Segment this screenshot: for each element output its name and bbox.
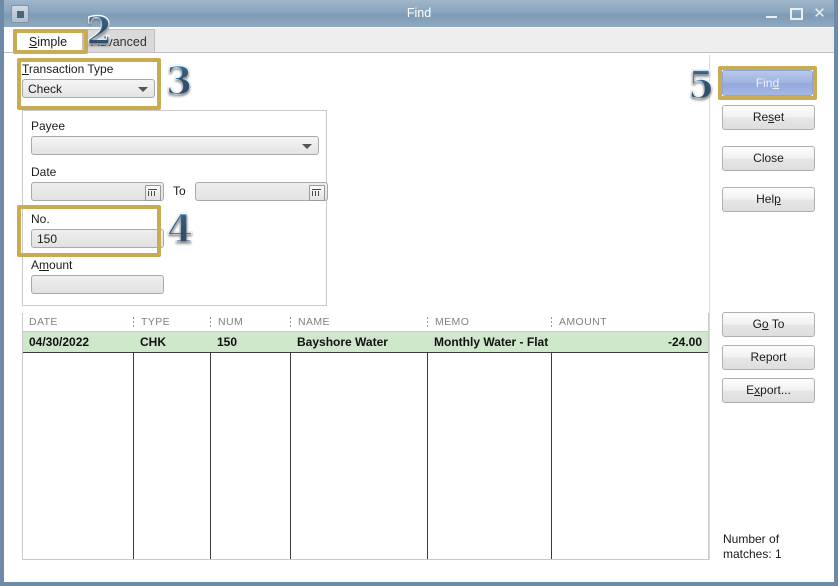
tab-simple-label: Simple — [28, 35, 68, 49]
no-group: No. 150 — [31, 212, 164, 248]
window-title: Find — [406, 6, 432, 20]
cell-memo: Monthly Water - Flat ... — [434, 335, 551, 349]
match-count: Number of matches: 1 — [723, 532, 823, 562]
panel-divider — [709, 55, 710, 560]
title-bar: Find ✕ — [4, 0, 834, 28]
chevron-down-icon — [138, 87, 148, 92]
cell-amount: -24.00 — [667, 335, 702, 349]
report-button-label: Report — [750, 350, 787, 364]
callout-number-3: 3 — [165, 57, 193, 104]
transaction-type-value: Check — [28, 82, 63, 96]
cell-num: 150 — [217, 335, 238, 349]
amount-label: Amount — [31, 258, 73, 272]
report-button[interactable]: Report — [722, 345, 815, 370]
reset-button[interactable]: Reset — [722, 105, 815, 130]
column-header-type[interactable]: TYPE — [135, 313, 210, 332]
column-header-date[interactable]: DATE — [23, 313, 133, 332]
window-controls: ✕ — [765, 0, 826, 27]
grid-column-line — [551, 332, 552, 559]
find-button-label: Find — [755, 76, 780, 90]
date-to-input[interactable] — [194, 182, 328, 201]
column-header-num[interactable]: NUM — [212, 313, 290, 332]
date-group: Date To — [31, 165, 328, 201]
close-icon[interactable]: ✕ — [813, 6, 826, 21]
callout-number-2: 2 — [85, 7, 113, 54]
column-header-memo[interactable]: MEMO — [429, 313, 551, 332]
tab-strip-filler — [155, 28, 834, 53]
go-to-button[interactable]: Go To — [722, 312, 815, 337]
column-separator[interactable] — [133, 317, 134, 329]
date-from-input[interactable] — [31, 182, 164, 201]
transaction-type-select[interactable]: Check — [22, 79, 155, 98]
cell-name: Bayshore Water — [297, 335, 388, 349]
grid-column-line — [427, 332, 428, 559]
grid-column-line — [290, 332, 291, 559]
amount-input[interactable] — [31, 275, 164, 294]
column-separator[interactable] — [551, 317, 552, 329]
transaction-type-group: Transaction Type Check — [22, 62, 155, 98]
grid-column-line — [210, 332, 211, 559]
grid-column-line — [133, 332, 134, 559]
export-button-label: Export... — [746, 383, 791, 397]
find-dialog-window: Find ✕ Simple Advanced Transaction Type … — [0, 0, 838, 586]
callout-number-5: 5 — [687, 61, 715, 108]
calendar-icon[interactable] — [308, 185, 325, 201]
column-separator[interactable] — [427, 317, 428, 329]
amount-group: Amount — [31, 258, 164, 294]
close-button-label: Close — [753, 151, 784, 165]
help-button[interactable]: Help — [722, 187, 815, 212]
cell-date: 04/30/2022 — [29, 335, 90, 349]
no-value: 150 — [37, 232, 58, 246]
transaction-type-label: Transaction Type — [22, 62, 114, 76]
help-button-label: Help — [756, 192, 781, 206]
export-button[interactable]: Export... — [722, 378, 815, 403]
payee-group: Payee — [31, 119, 319, 155]
table-row[interactable]: 04/30/2022 CHK 150 Bayshore Water Monthl… — [23, 332, 708, 353]
column-separator[interactable] — [290, 317, 291, 329]
column-separator[interactable] — [210, 317, 211, 329]
results-grid: DATE TYPE NUM NAME MEMO AMOUNT 04/30/202… — [22, 313, 709, 560]
close-button[interactable]: Close — [722, 146, 815, 171]
tab-strip: Simple Advanced — [4, 27, 834, 53]
match-count-line2: matches: 1 — [723, 547, 782, 561]
results-grid-header: DATE TYPE NUM NAME MEMO AMOUNT — [23, 313, 708, 332]
date-to-label: To — [173, 184, 186, 198]
find-button[interactable]: Find — [722, 70, 813, 96]
no-label: No. — [31, 212, 50, 226]
minimize-icon[interactable] — [765, 7, 778, 20]
chevron-down-icon — [302, 144, 312, 149]
tab-simple[interactable]: Simple — [13, 29, 83, 53]
callout-number-4: 4 — [166, 205, 194, 252]
cell-type: CHK — [140, 335, 166, 349]
results-grid-body: 04/30/2022 CHK 150 Bayshore Water Monthl… — [23, 332, 708, 559]
date-label: Date — [31, 165, 57, 179]
maximize-icon[interactable] — [789, 7, 803, 20]
reset-button-label: Reset — [752, 110, 785, 124]
go-to-button-label: Go To — [752, 317, 785, 331]
column-header-name[interactable]: NAME — [292, 313, 427, 332]
payee-label: Payee — [31, 119, 66, 133]
match-count-line1: Number of — [723, 532, 780, 546]
column-header-amount[interactable]: AMOUNT — [553, 313, 708, 332]
calendar-icon[interactable] — [145, 185, 161, 201]
no-input[interactable]: 150 — [31, 229, 164, 248]
payee-select[interactable] — [31, 136, 319, 155]
